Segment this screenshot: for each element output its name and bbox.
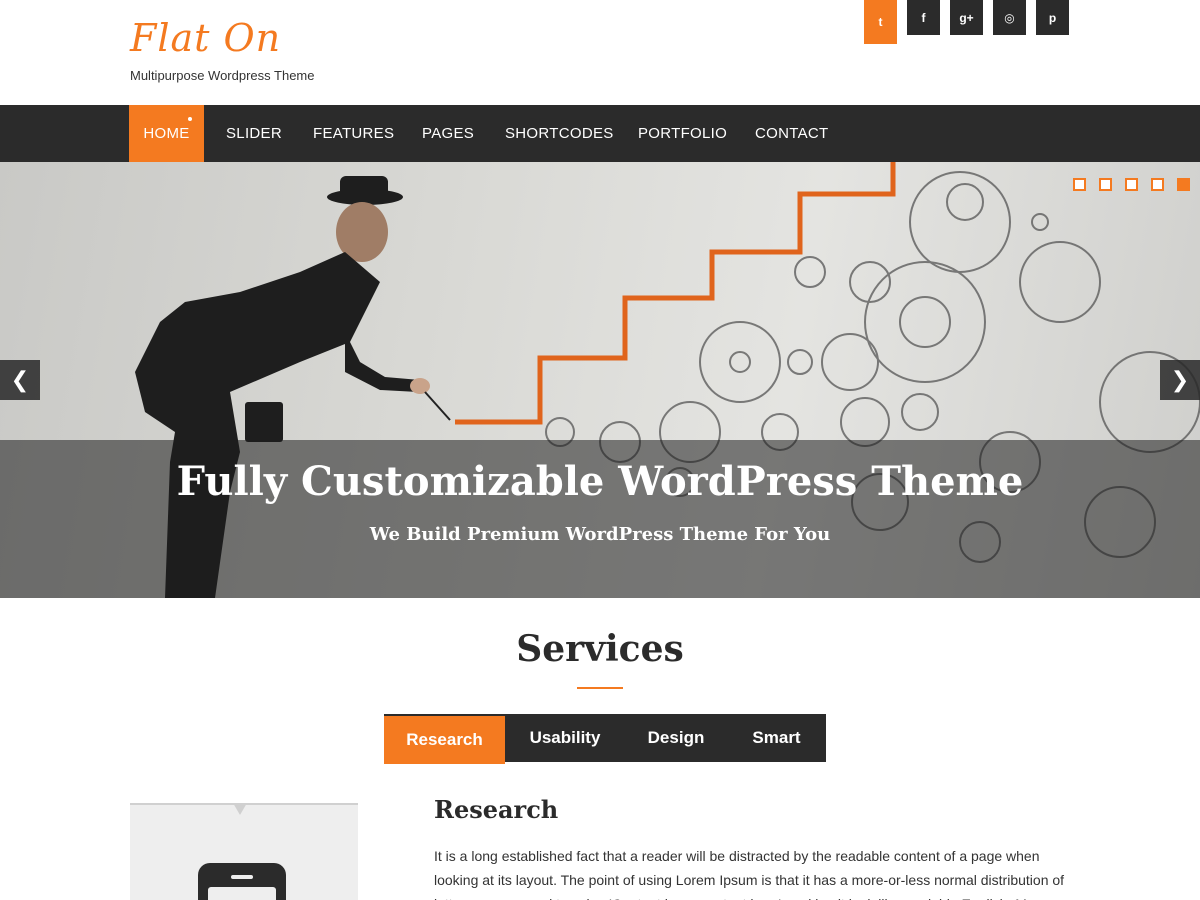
tab-design[interactable]: Design <box>625 714 727 762</box>
site-logo[interactable]: Flat On <box>130 16 281 60</box>
site-header: Flat On Multipurpose Wordpress Theme t f… <box>0 0 1200 105</box>
dribbble-icon[interactable]: ◎ <box>993 0 1026 35</box>
nav-item-label: HOME <box>143 125 190 142</box>
slide-pager-dot-active[interactable] <box>1177 178 1190 191</box>
google-plus-icon[interactable]: g+ <box>950 0 983 35</box>
slide-pager-dot[interactable] <box>1151 178 1164 191</box>
nav-item-contact[interactable]: CONTACT <box>755 105 828 162</box>
service-image <box>130 803 358 900</box>
slide-title: Fully Customizable WordPress Theme <box>176 458 1024 505</box>
nav-item-shortcodes[interactable]: SHORTCODES <box>505 105 614 162</box>
hero-slider: Fully Customizable WordPress Theme We Bu… <box>0 162 1200 598</box>
services-tabs: Research Usability Design Smart <box>384 714 826 764</box>
tab-smart[interactable]: Smart <box>727 714 826 762</box>
facebook-icon[interactable]: f <box>907 0 940 35</box>
prev-arrow-icon[interactable]: ❮ <box>0 360 40 400</box>
next-arrow-icon[interactable]: ❯ <box>1160 360 1200 400</box>
tab-usability[interactable]: Usability <box>505 714 625 762</box>
main-nav: HOME SLIDER FEATURES PAGES SHORTCODES PO… <box>0 105 1200 162</box>
nav-item-features[interactable]: FEATURES <box>313 105 394 162</box>
nav-item-home[interactable]: HOME <box>129 105 204 162</box>
nav-item-portfolio[interactable]: PORTFOLIO <box>638 105 727 162</box>
pinterest-icon[interactable]: p <box>1036 0 1069 35</box>
twitter-icon[interactable]: t <box>864 0 897 44</box>
section-title: Services <box>516 628 684 670</box>
tab-research[interactable]: Research <box>384 716 505 764</box>
slide-subtitle: We Build Premium WordPress Theme For You <box>369 524 831 545</box>
mobile-phone-icon <box>198 863 286 900</box>
panel-heading: Research <box>434 795 559 824</box>
logo-text: Flat On <box>130 16 282 60</box>
site-tagline: Multipurpose Wordpress Theme <box>130 68 315 83</box>
panel-text: It is a long established fact that a rea… <box>434 848 1065 900</box>
title-underline <box>577 687 623 689</box>
slide-pager-dot[interactable] <box>1125 178 1138 191</box>
slide-pager-dot[interactable] <box>1099 178 1112 191</box>
slide-pager-dot[interactable] <box>1073 178 1086 191</box>
nav-item-slider[interactable]: SLIDER <box>226 105 282 162</box>
nav-item-pages[interactable]: PAGES <box>422 105 474 162</box>
notch-icon <box>233 803 247 815</box>
active-dot <box>188 117 192 121</box>
